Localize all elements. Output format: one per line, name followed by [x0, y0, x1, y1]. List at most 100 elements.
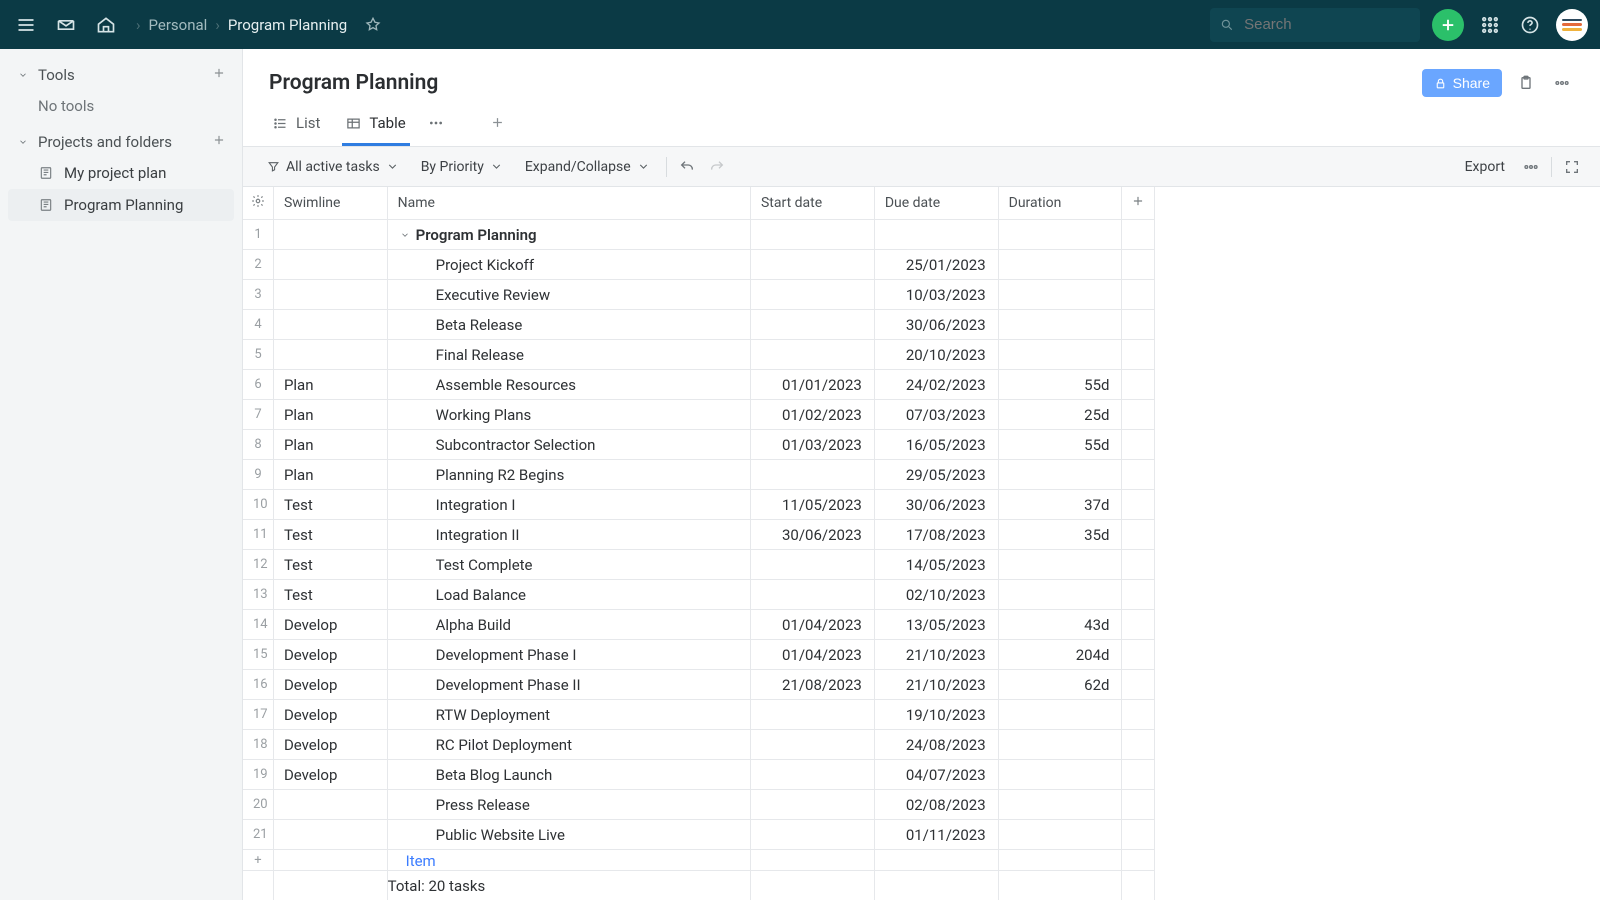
cell-name[interactable]: Final Release [387, 340, 750, 370]
cell-due-date[interactable]: 17/08/2023 [874, 520, 998, 550]
cell-swimline[interactable]: Plan [273, 430, 387, 460]
cell-swimline[interactable]: Develop [273, 670, 387, 700]
toolbar-more-icon[interactable] [1521, 157, 1541, 177]
export-button[interactable]: Export [1459, 155, 1511, 179]
cell-due-date[interactable]: 13/05/2023 [874, 610, 998, 640]
avatar[interactable] [1556, 9, 1588, 41]
cell-name[interactable]: Beta Release [387, 310, 750, 340]
cell-start-date[interactable] [750, 250, 874, 280]
create-button[interactable] [1432, 9, 1464, 41]
cell-duration[interactable] [998, 730, 1122, 760]
cell-swimline[interactable]: Develop [273, 700, 387, 730]
sort-button[interactable]: By Priority [415, 155, 509, 179]
undo-icon[interactable] [677, 157, 697, 177]
cell-name[interactable]: Development Phase I [387, 640, 750, 670]
table-row[interactable]: 19DevelopBeta Blog Launch04/07/2023 [243, 760, 1155, 790]
table-row[interactable]: 9PlanPlanning R2 Begins29/05/2023 [243, 460, 1155, 490]
table-row[interactable]: 16DevelopDevelopment Phase II21/08/20232… [243, 670, 1155, 700]
new-item-label[interactable]: Item [387, 850, 750, 871]
cell-duration[interactable]: 55d [998, 430, 1122, 460]
column-duration[interactable]: Duration [998, 187, 1122, 220]
cell-duration[interactable] [998, 760, 1122, 790]
table-row[interactable]: 17DevelopRTW Deployment19/10/2023 [243, 700, 1155, 730]
cell-duration[interactable] [998, 550, 1122, 580]
add-project-icon[interactable] [212, 132, 226, 151]
menu-icon[interactable] [12, 11, 40, 39]
chevron-down-icon[interactable] [400, 226, 410, 244]
table-row[interactable]: 11TestIntegration II30/06/202317/08/2023… [243, 520, 1155, 550]
cell-swimline[interactable] [273, 280, 387, 310]
cell-name[interactable]: Executive Review [387, 280, 750, 310]
cell-swimline[interactable]: Test [273, 550, 387, 580]
expand-collapse-button[interactable]: Expand/Collapse [519, 155, 656, 179]
cell-due-date[interactable]: 02/10/2023 [874, 580, 998, 610]
cell-name[interactable]: RC Pilot Deployment [387, 730, 750, 760]
cell-duration[interactable] [998, 820, 1122, 850]
column-name[interactable]: Name [387, 187, 750, 220]
cell-start-date[interactable]: 01/04/2023 [750, 610, 874, 640]
cell-due-date[interactable]: 29/05/2023 [874, 460, 998, 490]
add-tool-icon[interactable] [212, 65, 226, 84]
table-row[interactable]: 6PlanAssemble Resources01/01/202324/02/2… [243, 370, 1155, 400]
cell-swimline[interactable]: Plan [273, 460, 387, 490]
cell-duration[interactable]: 62d [998, 670, 1122, 700]
cell-duration[interactable] [998, 250, 1122, 280]
cell-name[interactable]: Load Balance [387, 580, 750, 610]
cell-name[interactable]: Program Planning [387, 220, 750, 250]
cell-swimline[interactable]: Test [273, 520, 387, 550]
cell-name[interactable]: Integration II [387, 520, 750, 550]
cell-swimline[interactable]: Develop [273, 760, 387, 790]
cell-name[interactable]: Integration I [387, 490, 750, 520]
cell-swimline[interactable]: Develop [273, 730, 387, 760]
cell-duration[interactable]: 25d [998, 400, 1122, 430]
cell-duration[interactable] [998, 580, 1122, 610]
cell-start-date[interactable] [750, 700, 874, 730]
table-row[interactable]: 18DevelopRC Pilot Deployment24/08/2023 [243, 730, 1155, 760]
cell-start-date[interactable]: 01/02/2023 [750, 400, 874, 430]
cell-duration[interactable] [998, 790, 1122, 820]
help-icon[interactable] [1516, 11, 1544, 39]
cell-start-date[interactable] [750, 790, 874, 820]
new-item-row[interactable]: +Item [243, 850, 1155, 871]
cell-swimline[interactable] [273, 820, 387, 850]
fullscreen-icon[interactable] [1562, 157, 1582, 177]
cell-duration[interactable] [998, 310, 1122, 340]
table-row[interactable]: 21Public Website Live01/11/2023 [243, 820, 1155, 850]
cell-swimline[interactable] [273, 220, 387, 250]
sidebar-item-program-planning[interactable]: Program Planning [8, 189, 234, 221]
settings-column[interactable] [243, 187, 273, 220]
breadcrumb-root[interactable]: Personal [149, 16, 208, 34]
table-row[interactable]: 7PlanWorking Plans01/02/202307/03/202325… [243, 400, 1155, 430]
column-swimline[interactable]: Swimline [273, 187, 387, 220]
tab-table[interactable]: Table [342, 103, 409, 146]
redo-icon[interactable] [707, 157, 727, 177]
cell-start-date[interactable] [750, 760, 874, 790]
cell-start-date[interactable]: 01/03/2023 [750, 430, 874, 460]
search-input[interactable] [1210, 8, 1420, 42]
cell-due-date[interactable]: 01/11/2023 [874, 820, 998, 850]
cell-duration[interactable] [998, 460, 1122, 490]
cell-duration[interactable]: 204d [998, 640, 1122, 670]
table-row[interactable]: 14DevelopAlpha Build01/04/202313/05/2023… [243, 610, 1155, 640]
cell-swimline[interactable] [273, 310, 387, 340]
table-row[interactable]: 15DevelopDevelopment Phase I01/04/202321… [243, 640, 1155, 670]
add-view-icon[interactable] [490, 115, 505, 134]
cell-start-date[interactable] [750, 310, 874, 340]
cell-start-date[interactable]: 30/06/2023 [750, 520, 874, 550]
cell-start-date[interactable] [750, 550, 874, 580]
cell-start-date[interactable] [750, 730, 874, 760]
table-scroll[interactable]: Swimline Name Start date Due date Durati… [243, 187, 1600, 900]
home-icon[interactable] [92, 11, 120, 39]
table-row[interactable]: 3Executive Review10/03/2023 [243, 280, 1155, 310]
cell-due-date[interactable]: 30/06/2023 [874, 310, 998, 340]
cell-due-date[interactable]: 30/06/2023 [874, 490, 998, 520]
cell-start-date[interactable] [750, 460, 874, 490]
cell-due-date[interactable]: 16/05/2023 [874, 430, 998, 460]
cell-start-date[interactable] [750, 340, 874, 370]
cell-start-date[interactable]: 01/01/2023 [750, 370, 874, 400]
cell-swimline[interactable] [273, 250, 387, 280]
cell-swimline[interactable]: Test [273, 490, 387, 520]
cell-swimline[interactable] [273, 340, 387, 370]
breadcrumb-current[interactable]: Program Planning [228, 16, 347, 34]
table-row[interactable]: 12TestTest Complete14/05/2023 [243, 550, 1155, 580]
